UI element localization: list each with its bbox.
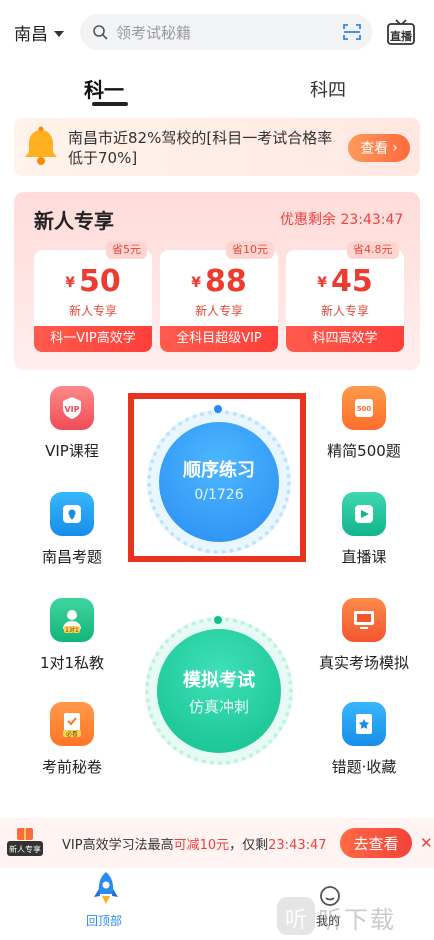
notice-text: 南昌市近82%驾校的[科目一考试合格率低于70%] bbox=[68, 129, 333, 167]
tab-ke-si[interactable]: 科四 bbox=[310, 76, 346, 102]
notice-view-button[interactable]: 查看 › bbox=[348, 134, 410, 162]
mock-exam-title: 模拟考试 bbox=[183, 670, 255, 691]
five-hundred-entry[interactable]: 500 精简500题 bbox=[324, 386, 404, 461]
exam-paper-icon: 必看 bbox=[50, 702, 94, 746]
promo-view-button[interactable]: 去查看 bbox=[340, 828, 412, 858]
scan-icon[interactable] bbox=[342, 22, 362, 42]
coupon-save-tag: 省4.8元 bbox=[347, 241, 399, 259]
svg-text:VIP: VIP bbox=[64, 405, 79, 414]
coupon-price: ¥50 bbox=[65, 264, 121, 299]
local-questions-label: 南昌考题 bbox=[41, 548, 102, 566]
coupon-save-tag: 省10元 bbox=[226, 241, 274, 259]
coupon-price: ¥88 bbox=[191, 264, 247, 299]
search-bar[interactable]: 领考试秘籍 bbox=[80, 14, 372, 50]
coupon-subtitle: 新人专享 bbox=[68, 304, 117, 318]
watermark-logo: 听 bbox=[276, 896, 316, 936]
search-placeholder: 领考试秘籍 bbox=[116, 23, 192, 42]
vip-shield-icon: VIP bbox=[50, 386, 94, 430]
live-course-entry[interactable]: 直播课 bbox=[324, 492, 404, 567]
watermark-text: 听下载 bbox=[318, 906, 396, 934]
chevron-down-icon bbox=[54, 30, 64, 37]
svg-text:500: 500 bbox=[357, 405, 372, 413]
coupon-subtitle: 新人专享 bbox=[320, 304, 369, 318]
map-pin-icon bbox=[50, 492, 94, 536]
city-selector[interactable]: 南昌 bbox=[14, 20, 64, 45]
wrong-favorites-label: 错题·收藏 bbox=[331, 758, 397, 776]
pre-exam-label: 考前秘卷 bbox=[41, 758, 102, 776]
vip-course-entry[interactable]: VIP VIP课程 bbox=[32, 386, 112, 461]
live-tv-icon[interactable]: 直播 bbox=[386, 18, 416, 46]
coupon-card[interactable]: ¥88 新人专享 全科目超级VIP bbox=[160, 250, 278, 352]
search-icon bbox=[93, 25, 108, 40]
notice-view-label: 查看 bbox=[360, 141, 389, 157]
question-book-icon: 500 bbox=[342, 386, 386, 430]
tab-back-to-top[interactable]: 回顶部 bbox=[86, 912, 122, 929]
mock-exam-subtitle: 仿真冲刺 bbox=[188, 698, 249, 716]
vip-course-label: VIP课程 bbox=[45, 442, 99, 460]
coupon-subtitle: 新人专享 bbox=[194, 304, 243, 318]
tutor-entry[interactable]: 1对1 1对1私教 bbox=[32, 598, 112, 673]
live-course-label: 直播课 bbox=[341, 548, 387, 566]
chevron-right-icon: › bbox=[392, 140, 398, 156]
rocket-icon[interactable] bbox=[90, 870, 122, 910]
wrong-favorites-entry[interactable]: 错题·收藏 bbox=[324, 702, 404, 777]
discount-timer: 优惠剩余 23:43:47 bbox=[280, 212, 404, 228]
coupon-card[interactable]: ¥50 新人专享 科一VIP高效学 bbox=[34, 250, 152, 352]
close-icon[interactable]: ✕ bbox=[420, 834, 433, 852]
progress-dot bbox=[214, 616, 222, 624]
coupon-name: 全科目超级VIP bbox=[160, 326, 278, 352]
bookmark-star-icon bbox=[342, 702, 386, 746]
bell-icon bbox=[25, 126, 57, 165]
real-exam-entry[interactable]: 真实考场模拟 bbox=[314, 598, 414, 673]
coupon-name: 科一VIP高效学 bbox=[34, 326, 152, 352]
tutor-label: 1对1私教 bbox=[39, 654, 105, 672]
tab-ke-yi[interactable]: 科一 bbox=[84, 74, 124, 103]
video-camera-icon bbox=[342, 492, 386, 536]
svg-text:必看: 必看 bbox=[66, 730, 78, 738]
monitor-icon bbox=[342, 598, 386, 642]
pre-exam-entry[interactable]: 必看 考前秘卷 bbox=[32, 702, 112, 777]
teacher-icon: 1对1 bbox=[50, 598, 94, 642]
local-questions-entry[interactable]: 南昌考题 bbox=[32, 492, 112, 567]
coupon-name: 科四高效学 bbox=[286, 326, 404, 352]
city-label: 南昌 bbox=[14, 25, 48, 45]
new-user-badge-label: 新人专享 bbox=[9, 845, 41, 854]
new-user-title: 新人专享 bbox=[34, 209, 114, 233]
app-screen: 南昌 领考试秘籍 直播 科一 科四 南昌市近82%驾校的[科目一考试合格率低于7… bbox=[0, 0, 434, 940]
svg-text:1对1: 1对1 bbox=[65, 626, 79, 634]
new-user-badge-icon: 新人专享 bbox=[6, 826, 44, 858]
coupon-save-tag: 省5元 bbox=[106, 241, 147, 259]
watermark-logo-glyph: 听 bbox=[284, 908, 307, 933]
five-hundred-label: 精简500题 bbox=[327, 442, 401, 460]
highlight-box bbox=[128, 393, 306, 562]
coupon-card[interactable]: ¥45 新人专享 科四高效学 bbox=[286, 250, 404, 352]
promo-text: VIP高效学习法最高可减10元，仅剩23:43:47 bbox=[62, 838, 327, 853]
real-exam-label: 真实考场模拟 bbox=[318, 654, 409, 672]
coupon-price: ¥45 bbox=[317, 264, 373, 299]
active-tab-indicator bbox=[92, 102, 128, 106]
live-tv-label: 直播 bbox=[390, 30, 412, 43]
